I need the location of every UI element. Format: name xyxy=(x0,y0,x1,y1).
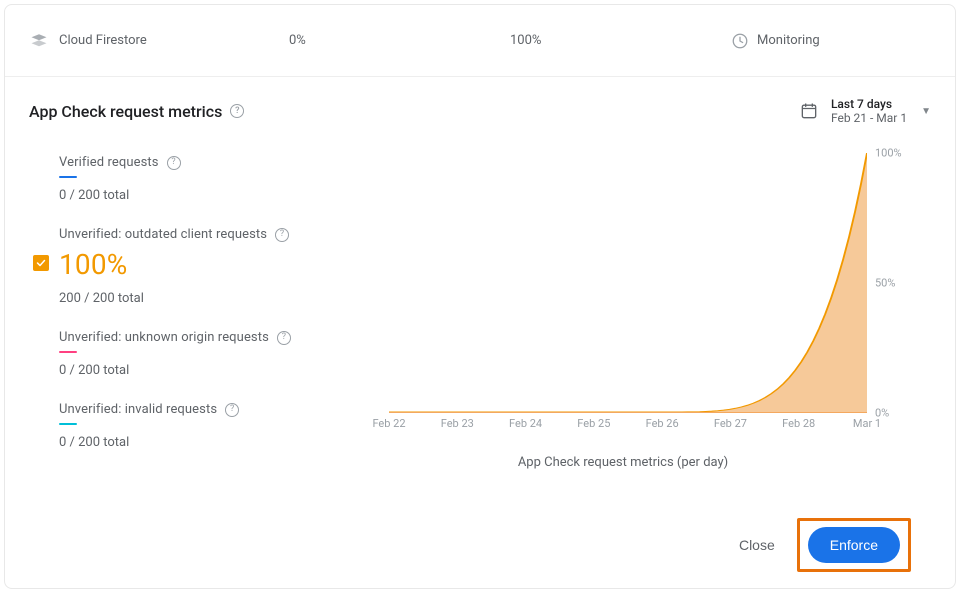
date-range-value: Feb 21 - Mar 1 xyxy=(831,111,907,125)
close-button[interactable]: Close xyxy=(725,527,789,563)
status-label: Monitoring xyxy=(757,33,820,48)
metric-item[interactable]: Unverified: invalid requests? 0 / 200 tot… xyxy=(35,390,379,462)
calendar-icon xyxy=(799,101,819,121)
legend-swatch xyxy=(59,423,77,425)
metric-total: 0 / 200 total xyxy=(59,435,379,450)
chart-area xyxy=(389,153,867,412)
checkbox-checked-icon[interactable] xyxy=(33,255,49,271)
metric-label: Verified requests xyxy=(59,155,159,170)
metric-value: 100% xyxy=(59,248,379,281)
status-cell: Monitoring xyxy=(731,32,931,50)
metric-label: Unverified: outdated client requests xyxy=(59,227,267,242)
help-icon[interactable]: ? xyxy=(167,156,181,170)
help-icon[interactable]: ? xyxy=(275,228,289,242)
service-cell: Cloud Firestore xyxy=(29,32,289,50)
metric-item[interactable]: Verified requests? 0 / 200 total xyxy=(35,143,379,215)
metric-item[interactable]: Unverified: outdated client requests? 100… xyxy=(35,215,379,318)
x-tick: Feb 27 xyxy=(714,417,747,430)
metric-item[interactable]: Unverified: unknown origin requests? 0 / … xyxy=(35,318,379,390)
enforce-button[interactable]: Enforce xyxy=(808,527,900,563)
legend-swatch xyxy=(59,176,77,178)
top-col-2: 100% xyxy=(510,33,731,48)
x-tick: Feb 28 xyxy=(782,417,815,430)
metrics-list: Verified requests?0 / 200 totalUnverifie… xyxy=(29,143,379,492)
x-tick: Feb 23 xyxy=(441,417,474,430)
page-title: App Check request metrics ? xyxy=(29,102,244,121)
service-row[interactable]: Cloud Firestore 0% 100% Monitoring xyxy=(5,5,955,77)
x-tick: Feb 22 xyxy=(372,417,405,430)
date-range-picker[interactable]: Last 7 days Feb 21 - Mar 1 ▼ xyxy=(799,97,931,125)
clock-icon xyxy=(731,32,749,50)
legend-swatch xyxy=(59,351,77,353)
chart-caption: App Check request metrics (per day) xyxy=(379,455,867,470)
help-icon[interactable]: ? xyxy=(230,104,244,118)
service-name: Cloud Firestore xyxy=(59,33,147,48)
metric-label: Unverified: invalid requests xyxy=(59,402,217,417)
chart-panel: 100%50%0% Feb 22Feb 23Feb 24Feb 25Feb 26… xyxy=(379,143,931,492)
x-tick: Feb 25 xyxy=(577,417,610,430)
metric-label: Unverified: unknown origin requests xyxy=(59,330,269,345)
enforce-highlight: Enforce xyxy=(797,518,911,572)
metric-total: 0 / 200 total xyxy=(59,363,379,378)
help-icon[interactable]: ? xyxy=(277,331,291,345)
chart: 100%50%0% Feb 22Feb 23Feb 24Feb 25Feb 26… xyxy=(389,153,911,433)
firestore-icon xyxy=(29,32,49,50)
metric-total: 0 / 200 total xyxy=(59,188,379,203)
metric-total: 200 / 200 total xyxy=(59,291,379,306)
x-tick: Feb 26 xyxy=(646,417,679,430)
help-icon[interactable]: ? xyxy=(225,403,239,417)
x-tick: Mar 1 xyxy=(853,417,881,430)
y-tick: 100% xyxy=(875,147,902,160)
y-tick: 50% xyxy=(875,277,895,290)
x-tick: Feb 24 xyxy=(509,417,542,430)
chevron-down-icon: ▼ xyxy=(921,106,931,117)
date-range-label: Last 7 days xyxy=(831,97,907,111)
top-col-1: 0% xyxy=(289,33,510,48)
